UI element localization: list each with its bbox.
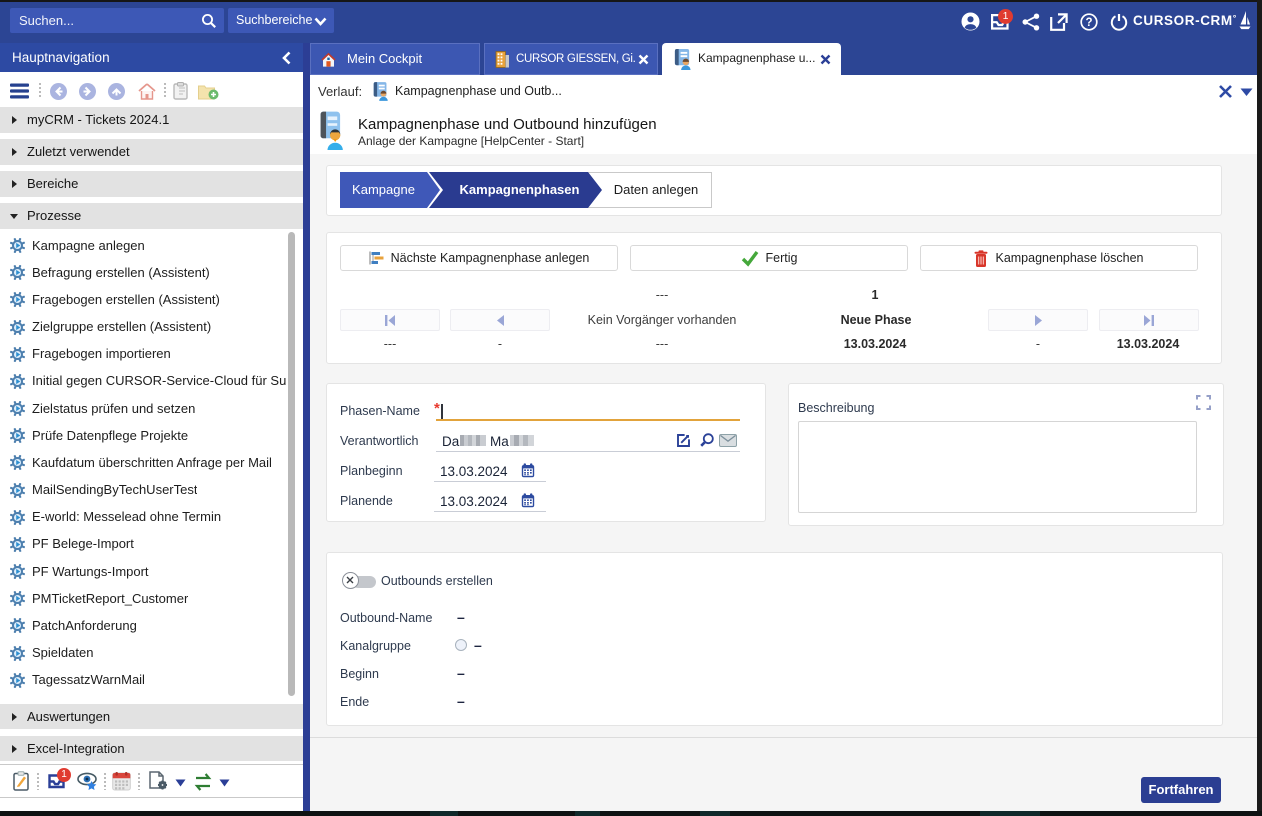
svg-text:?: ? — [1085, 17, 1092, 29]
